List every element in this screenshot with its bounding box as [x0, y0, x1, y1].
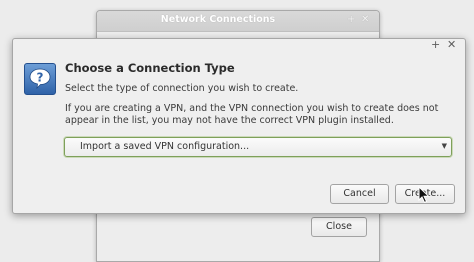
mouse-pointer-icon — [418, 186, 430, 204]
choose-connection-type-dialog: + ✕ ? Choose a Connection Type Select th… — [12, 38, 466, 214]
dialog-heading: Choose a Connection Type — [65, 61, 235, 75]
dialog-maximize-icon[interactable]: + — [431, 39, 440, 51]
dropdown-arrow-icon: ▼ — [441, 142, 447, 150]
close-button[interactable]: Close — [311, 217, 367, 237]
connection-type-dropdown[interactable]: Import a saved VPN configuration... ▼ — [64, 137, 452, 157]
connection-type-selected-value: Import a saved VPN configuration... — [80, 141, 250, 152]
bg-close-icon[interactable]: ✕ — [361, 14, 369, 25]
cancel-button[interactable]: Cancel — [330, 184, 389, 204]
bg-minimize-icon[interactable]: + — [347, 14, 355, 25]
dialog-close-icon[interactable]: ✕ — [447, 39, 456, 51]
svg-text:?: ? — [37, 71, 44, 85]
dialog-titlebar[interactable]: + ✕ — [13, 39, 465, 51]
network-connections-title: Network Connections — [160, 14, 276, 25]
network-connections-titlebar[interactable]: Network Connections + ✕ — [97, 11, 379, 32]
vpn-plugin-info-text: If you are creating a VPN, and the VPN c… — [65, 103, 439, 126]
dialog-subtitle: Select the type of connection you wish t… — [65, 83, 299, 94]
question-icon: ? — [24, 63, 56, 95]
